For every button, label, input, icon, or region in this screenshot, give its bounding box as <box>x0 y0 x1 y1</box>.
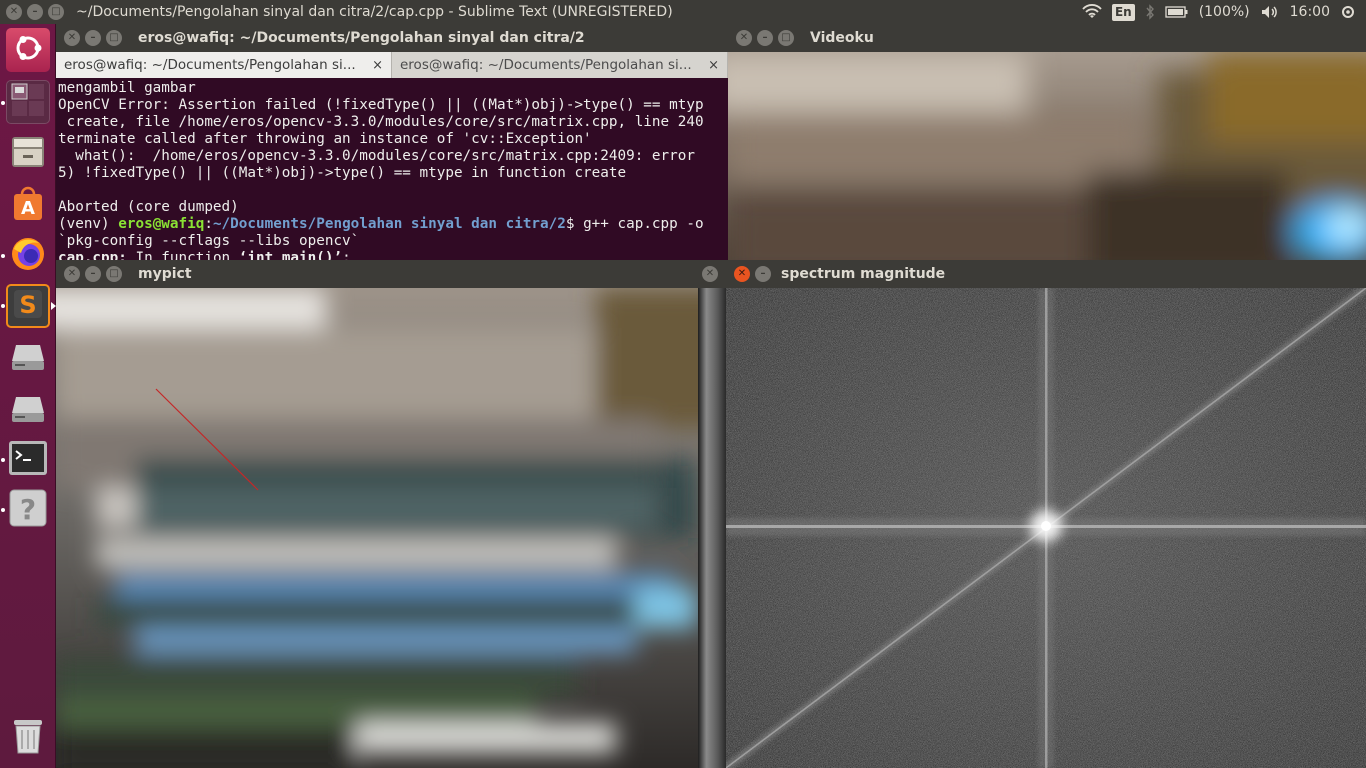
launcher-drive-2[interactable] <box>6 388 50 432</box>
captured-picture-image <box>56 288 698 768</box>
firefox-icon <box>9 235 47 277</box>
terminal-line: 5) !fixedType() || ((Mat*)obj)->type() =… <box>58 165 627 181</box>
wifi-icon[interactable] <box>1082 4 1102 20</box>
hard-drive-icon <box>9 337 47 379</box>
trash-icon <box>9 716 47 760</box>
battery-percentage[interactable]: (100%) <box>1199 4 1250 20</box>
battery-icon[interactable] <box>1165 6 1189 18</box>
top-window-controls: ✕ – □ <box>0 4 64 20</box>
minimize-window-button[interactable]: – <box>27 4 43 20</box>
terminal-maximize-button[interactable]: □ <box>106 30 122 46</box>
spectrum-magnitude-image <box>726 288 1366 768</box>
mypict-maximize-button[interactable]: □ <box>106 266 122 282</box>
file-cabinet-icon <box>9 133 47 175</box>
volume-icon[interactable] <box>1260 4 1280 20</box>
terminal-line: `pkg-config --cflags --libs opencv` <box>58 233 360 249</box>
background-window-controls: ✕ <box>698 260 726 288</box>
launcher-help[interactable]: ? <box>6 488 50 532</box>
mypict-minimize-button[interactable]: – <box>85 266 101 282</box>
maximize-window-button[interactable]: □ <box>48 4 64 20</box>
terminal-title: eros@wafiq: ~/Documents/Pengolahan sinya… <box>138 30 585 46</box>
mypict-title: mypict <box>138 266 192 282</box>
background-close-button[interactable]: ✕ <box>702 266 718 282</box>
launcher-trash[interactable] <box>6 716 50 760</box>
keyboard-language-indicator[interactable]: En <box>1111 3 1135 21</box>
terminal-tab-1[interactable]: eros@wafiq: ~/Documents/Pengolahan si...… <box>56 52 392 78</box>
videoku-window-controls: ✕ – □ <box>728 30 794 46</box>
launcher-firefox[interactable] <box>6 234 50 278</box>
spectrum-titlebar[interactable]: ✕ – spectrum magnitude <box>726 260 1366 288</box>
terminal-line: terminate called after throwing an insta… <box>58 131 592 147</box>
spectrum-title: spectrum magnitude <box>781 266 946 282</box>
terminal-line: create, file /home/eros/opencv-3.3.0/mod… <box>58 114 704 130</box>
prompt-colon: : <box>204 216 213 232</box>
terminal-line: Aborted (core dumped) <box>58 199 239 215</box>
prompt-path: ~/Documents/Pengolahan sinyal dan citra/… <box>212 216 566 232</box>
prompt-command: $ g++ cap.cpp -o <box>565 216 704 232</box>
terminal-window-controls: ✕ – □ <box>56 30 122 46</box>
videoku-window: ✕ – □ Videoku <box>728 24 1366 264</box>
videoku-minimize-button[interactable]: – <box>757 30 773 46</box>
terminal-prompt-line: (venv) eros@wafiq:~/Documents/Pengolahan… <box>58 216 728 233</box>
spectrum-window-controls: ✕ – <box>726 266 771 282</box>
terminal-tab-2[interactable]: eros@wafiq: ~/Documents/Pengolahan si...… <box>392 52 728 78</box>
launcher-dash-home[interactable] <box>6 28 50 72</box>
launcher-drive-1[interactable] <box>6 336 50 380</box>
tab-close-icon[interactable]: × <box>372 58 383 73</box>
mypict-close-button[interactable]: ✕ <box>64 266 80 282</box>
videoku-title: Videoku <box>810 30 874 46</box>
sublime-icon: S <box>12 288 44 324</box>
desktop-screen: ✕ – □ ~/Documents/Pengolahan sinyal dan … <box>0 0 1366 768</box>
spectrum-minimize-button[interactable]: – <box>755 266 771 282</box>
videoku-titlebar[interactable]: ✕ – □ Videoku <box>728 24 1366 52</box>
terminal-tab-label: eros@wafiq: ~/Documents/Pengolahan si... <box>400 57 692 73</box>
clock[interactable]: 16:00 <box>1290 4 1330 20</box>
active-window-title: ~/Documents/Pengolahan sinyal dan citra/… <box>76 4 673 20</box>
svg-text:S: S <box>19 291 36 319</box>
background-window-edge: ✕ <box>698 260 726 768</box>
terminal-minimize-button[interactable]: – <box>85 30 101 46</box>
launcher-sublime-text[interactable]: S <box>6 284 50 328</box>
launcher-workspace-switcher[interactable] <box>6 80 50 124</box>
close-window-button[interactable]: ✕ <box>6 4 22 20</box>
terminal-icon <box>8 439 48 481</box>
svg-text:A: A <box>21 198 35 219</box>
hard-drive-icon <box>9 389 47 431</box>
help-icon: ? <box>8 488 48 532</box>
videoku-maximize-button[interactable]: □ <box>778 30 794 46</box>
indicator-area: En (100%) 16:00 <box>1082 0 1356 24</box>
terminal-titlebar[interactable]: ✕ – □ eros@wafiq: ~/Documents/Pengolahan… <box>56 24 728 52</box>
mypict-window: ✕ – □ mypict <box>56 260 698 768</box>
launcher-files[interactable] <box>6 132 50 176</box>
terminal-line: mengambil gambar <box>58 80 196 96</box>
launcher-software-center[interactable]: A <box>6 184 50 228</box>
terminal-line: OpenCV Error: Assertion failed (!fixedTy… <box>58 97 704 113</box>
venv-indicator: (venv) <box>58 216 119 232</box>
spectrum-close-button[interactable]: ✕ <box>734 266 750 282</box>
shopping-bag-icon: A <box>9 185 47 227</box>
spectrum-magnitude-window: ✕ – spectrum magnitude <box>726 260 1366 768</box>
svg-text:?: ? <box>20 493 36 526</box>
mypict-titlebar[interactable]: ✕ – □ mypict <box>56 260 698 288</box>
ubuntu-logo-icon <box>12 32 44 68</box>
videoku-close-button[interactable]: ✕ <box>736 30 752 46</box>
mypict-window-controls: ✕ – □ <box>56 266 122 282</box>
terminal-output[interactable]: mengambil gambar OpenCV Error: Assertion … <box>58 80 728 264</box>
tab-close-icon[interactable]: × <box>708 58 719 73</box>
terminal-tab-bar: eros@wafiq: ~/Documents/Pengolahan si...… <box>56 52 728 78</box>
workspace-icon <box>11 83 45 121</box>
terminal-window: ✕ – □ eros@wafiq: ~/Documents/Pengolahan… <box>56 24 728 264</box>
top-panel: ✕ – □ ~/Documents/Pengolahan sinyal dan … <box>0 0 1366 24</box>
launcher-terminal[interactable] <box>6 438 50 482</box>
video-frame-image <box>728 52 1366 264</box>
terminal-close-button[interactable]: ✕ <box>64 30 80 46</box>
terminal-line: what(): /home/eros/opencv-3.3.0/modules/… <box>58 148 695 164</box>
terminal-tab-label: eros@wafiq: ~/Documents/Pengolahan si... <box>64 57 356 73</box>
unity-launcher: A S ? <box>0 24 56 768</box>
prompt-user: eros@wafiq <box>118 216 205 232</box>
power-gear-icon[interactable] <box>1340 4 1356 20</box>
bluetooth-icon[interactable] <box>1145 4 1155 20</box>
